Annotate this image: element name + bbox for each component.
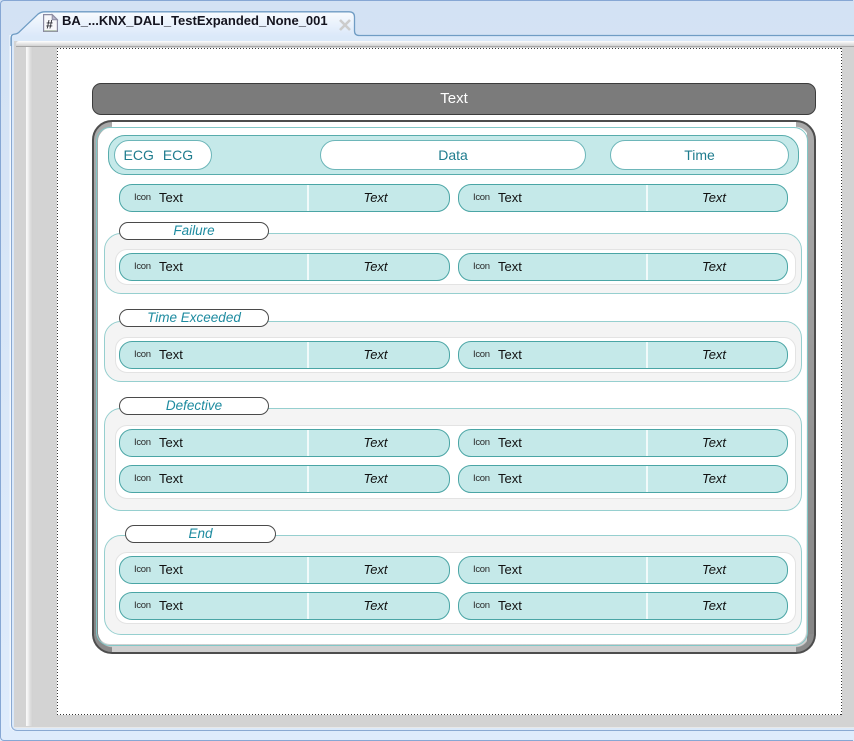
svg-text:#: #: [46, 18, 53, 32]
